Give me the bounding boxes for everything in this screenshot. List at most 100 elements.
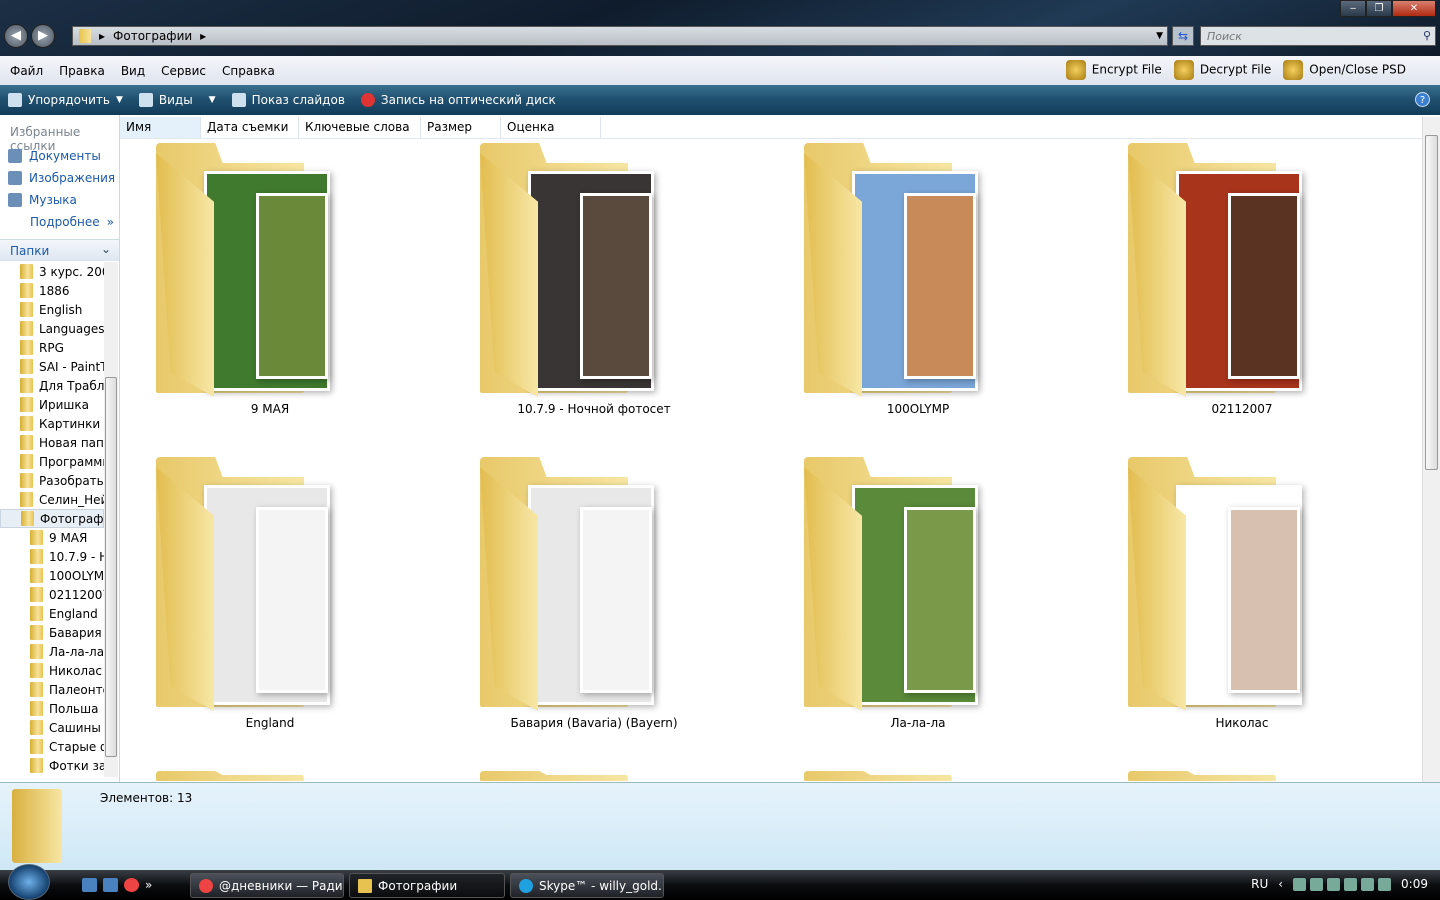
tree-item[interactable]: 100OLYMP [0,566,104,585]
chevron-down-icon[interactable]: ▼ [209,95,216,105]
tree-item[interactable]: England [0,604,104,623]
tree-item[interactable]: Николас [0,661,104,680]
slideshow-button[interactable]: Показ слайдов [231,93,345,107]
chevron-left-icon[interactable]: ‹ [1278,877,1283,891]
menu-help[interactable]: Справка [222,64,275,78]
chrome-icon[interactable] [124,878,139,892]
folders-header[interactable]: Папки ⌄ [0,239,119,261]
folder-item-partial[interactable] [444,767,744,781]
folder-item[interactable]: England [120,453,420,743]
refresh-button[interactable]: ⇆ [1172,26,1194,46]
tree-item[interactable]: English [0,300,104,319]
forward-button[interactable]: ▶ [31,24,55,48]
search-input[interactable]: Поиск ⚲ [1200,26,1436,46]
tree-item[interactable]: 02112007 [0,585,104,604]
menu-tools[interactable]: Сервис [161,64,206,78]
network-icon[interactable] [1361,877,1375,891]
volume-icon[interactable] [1378,877,1392,891]
language-indicator[interactable]: RU [1251,877,1268,891]
menu-file[interactable]: Файл [10,64,43,78]
folder-item[interactable]: 10.7.9 - Ночной фотосет [444,139,744,429]
tree-item[interactable]: Селин_Нейт [0,490,104,509]
folder-item[interactable]: 9 МАЯ [120,139,420,429]
favorite-pictures[interactable]: Изображения [0,167,119,189]
folder-item[interactable]: 100OLYMP [768,139,1068,429]
folder-item[interactable]: 02112007 [1092,139,1392,429]
tree-item[interactable]: Фотографии [0,509,104,528]
column-name[interactable]: Имя [120,117,201,138]
tree-item[interactable]: Программы [0,452,104,471]
tray-icon[interactable] [1344,877,1358,891]
tree-item[interactable]: SAI - PaintTool [0,357,104,376]
task-explorer[interactable]: Фотографии [349,873,505,898]
favorite-music[interactable]: Музыка [0,189,119,211]
tree-item[interactable]: Новая папка [0,433,104,452]
encrypt-file-button[interactable]: Encrypt File [1065,60,1162,80]
address-bar[interactable]: ▸ Фотографии ▸ ▼ [72,26,1168,46]
folder-item[interactable]: Ла-ла-ла [768,453,1068,743]
column-size[interactable]: Размер [421,117,501,138]
tree-item[interactable]: 10.7.9 - Ночной [0,547,104,566]
tree-item[interactable]: Фотки за [0,756,104,775]
tree-item[interactable]: Палеонтология [0,680,104,699]
scrollbar-thumb[interactable] [105,377,117,757]
tree-item[interactable]: 3 курс. 2008 [0,262,104,281]
close-button[interactable]: ✕ [1392,0,1436,17]
clock[interactable]: 0:09 [1401,877,1428,891]
tree-item[interactable]: Languages [0,319,104,338]
organize-button[interactable]: Упорядочить ▼ [8,93,123,107]
breadcrumb-item[interactable]: Фотографии [113,29,192,43]
tree-item[interactable]: Бавария [0,623,104,642]
tray-icon[interactable] [1293,877,1307,891]
tray-icon[interactable] [1310,877,1324,891]
minimize-button[interactable]: ‒ [1340,0,1366,17]
back-button[interactable]: ◀ [4,24,28,48]
search-icon[interactable]: ⚲ [1423,29,1431,42]
chevron-down-icon[interactable]: ⌄ [101,242,111,256]
task-chrome[interactable]: @дневники — Ради... [190,873,344,898]
tree-item[interactable]: Иришка [0,395,104,414]
folder-item-partial[interactable] [1092,767,1392,781]
tree-item[interactable]: Польша [0,699,104,718]
burn-disc-button[interactable]: Запись на оптический диск [360,93,556,107]
folder-item[interactable]: Николас [1092,453,1392,743]
tree-item[interactable]: Ла-ла-ла [0,642,104,661]
tree-item[interactable]: RPG [0,338,104,357]
maximize-button[interactable]: ❐ [1366,0,1392,17]
tree-item[interactable]: Старые фото [0,737,104,756]
tree-item[interactable]: Для Траблов [0,376,104,395]
folder-item[interactable]: Бавария (Bavaria) (Bayern) [444,453,744,743]
skype-icon [519,879,533,893]
tray-icon[interactable] [1327,877,1341,891]
folder-icon [20,473,33,488]
breadcrumb-arrow-icon[interactable]: ▸ [200,29,206,43]
folder-item-partial[interactable] [120,767,420,781]
switch-windows-icon[interactable] [103,878,118,892]
menu-edit[interactable]: Правка [59,64,105,78]
tree-item[interactable]: Картинки [0,414,104,433]
breadcrumb-arrow-icon[interactable]: ▸ [99,29,105,43]
tree-item[interactable]: Разобрать [0,471,104,490]
tree-item[interactable]: Сашины [0,718,104,737]
more-icon[interactable]: » [145,878,152,892]
views-button[interactable]: Виды ▼ [138,93,216,107]
start-button[interactable] [8,864,50,900]
show-desktop-icon[interactable] [82,878,97,892]
scrollbar-thumb[interactable] [1425,135,1438,470]
content-scrollbar[interactable] [1422,117,1440,782]
help-icon[interactable]: ? [1415,92,1430,107]
open-close-psd-button[interactable]: Open/Close PSD [1283,60,1406,80]
more-link[interactable]: Подробнее » [0,211,119,233]
column-date[interactable]: Дата съемки [201,117,299,138]
column-tags[interactable]: Ключевые слова [299,117,421,138]
task-skype[interactable]: Skype™ - willy_gold... [510,873,664,898]
chevron-down-icon[interactable]: ▼ [1156,31,1163,41]
tree-item[interactable]: 9 МАЯ [0,528,104,547]
tree-scrollbar[interactable] [104,262,118,777]
column-rating[interactable]: Оценка [501,117,601,138]
favorite-documents[interactable]: Документы [0,145,119,167]
folder-item-partial[interactable] [768,767,1068,781]
menu-view[interactable]: Вид [121,64,145,78]
decrypt-file-button[interactable]: Decrypt File [1173,60,1271,80]
tree-item[interactable]: 1886 [0,281,104,300]
